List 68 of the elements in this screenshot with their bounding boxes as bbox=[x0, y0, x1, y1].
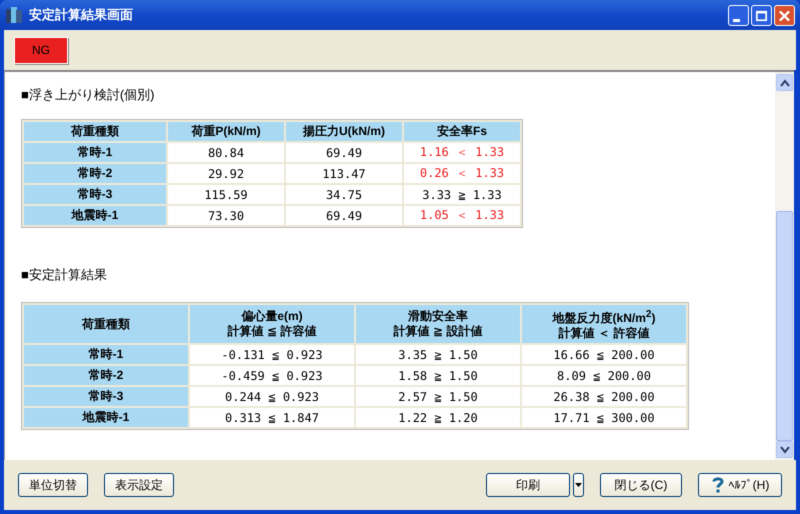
table-cell: 26.38 ≦ 200.00 bbox=[522, 387, 686, 406]
row-header: 地震時-1 bbox=[24, 206, 166, 225]
table-cell: 3.35 ≧ 1.50 bbox=[356, 345, 520, 364]
table-cell: 8.09 ≦ 200.00 bbox=[522, 366, 686, 385]
scroll-up-button[interactable] bbox=[776, 74, 793, 91]
action-button[interactable]: 表示設定 bbox=[104, 473, 174, 497]
table-cell: 0.26 ＜ 1.33 bbox=[404, 164, 520, 183]
column-subheader: 計算値 ≦ 許容値 bbox=[228, 324, 316, 339]
chevron-up-icon bbox=[780, 78, 790, 86]
maximize-icon bbox=[756, 10, 767, 22]
close-icon bbox=[779, 10, 790, 22]
window-title: 安定計算結果画面 bbox=[29, 6, 134, 24]
column-subheader: 計算値 ＜ 許容値 bbox=[558, 326, 650, 341]
building-icon bbox=[5, 6, 23, 24]
table-cell: 1.22 ≧ 1.20 bbox=[356, 408, 520, 427]
row-header: 常時-3 bbox=[24, 387, 188, 406]
row-header: 常時-1 bbox=[24, 143, 166, 162]
table-cell: 73.30 bbox=[168, 206, 284, 225]
scroll-down-button[interactable] bbox=[776, 441, 793, 458]
column-header: 滑動安全率 bbox=[408, 309, 468, 324]
table-cell: 69.49 bbox=[286, 143, 402, 162]
column-header: 荷重種類 bbox=[24, 122, 166, 141]
row-header: 常時-2 bbox=[24, 164, 166, 183]
table-cell: 115.59 bbox=[168, 185, 284, 204]
column-header: 荷重種類 bbox=[82, 316, 130, 332]
scrollbar[interactable] bbox=[775, 72, 794, 460]
section-heading: ■安定計算結果 bbox=[21, 266, 108, 284]
minimize-button[interactable] bbox=[728, 4, 749, 26]
table-cell: 29.92 bbox=[168, 164, 284, 183]
minimize-icon bbox=[733, 18, 740, 22]
table-cell: 3.33 ≧ 1.33 bbox=[404, 185, 520, 204]
caret-icon bbox=[575, 483, 582, 487]
column-subheader: 計算値 ≧ 設計値 bbox=[394, 324, 482, 339]
print-button[interactable]: 印刷 bbox=[486, 473, 570, 497]
column-header: 地盤反力度(kN/m$^{2}$) bbox=[552, 308, 656, 326]
row-header: 常時-2 bbox=[24, 366, 188, 385]
close-button[interactable] bbox=[774, 4, 795, 26]
maximize-button[interactable] bbox=[751, 4, 772, 26]
table-cell: -0.131 ≦ 0.923 bbox=[190, 345, 354, 364]
table-cell: 80.84 bbox=[168, 143, 284, 162]
help-button[interactable]: ﾍﾙﾌﾟ(H) bbox=[698, 473, 782, 497]
table-cell: 1.58 ≧ 1.50 bbox=[356, 366, 520, 385]
table-cell: 0.313 ≦ 1.847 bbox=[190, 408, 354, 427]
column-header: 荷重P(kN/m) bbox=[168, 122, 284, 141]
table-cell: 2.57 ≧ 1.50 bbox=[356, 387, 520, 406]
row-header: 常時-3 bbox=[24, 185, 166, 204]
question-mark-icon bbox=[710, 476, 725, 494]
table-cell: 1.05 ＜ 1.33 bbox=[404, 206, 520, 225]
table-cell: 69.49 bbox=[286, 206, 402, 225]
column-header: 安全率Fs bbox=[404, 122, 520, 141]
scroll-thumb[interactable] bbox=[776, 211, 793, 441]
section-heading: ■浮き上がり検討(個別) bbox=[21, 86, 156, 104]
chevron-down-icon bbox=[780, 446, 790, 454]
column-header: 偏心量e(m) bbox=[241, 309, 303, 324]
row-header: 常時-1 bbox=[24, 345, 188, 364]
status-badge: NG bbox=[14, 36, 68, 64]
column-header: 揚圧力U(kN/m) bbox=[286, 122, 402, 141]
table-cell: 0.244 ≦ 0.923 bbox=[190, 387, 354, 406]
close-dialog-button[interactable]: 閉じる(C) bbox=[600, 473, 682, 497]
table-cell: 17.71 ≦ 300.00 bbox=[522, 408, 686, 427]
table-cell: -0.459 ≦ 0.923 bbox=[190, 366, 354, 385]
table-cell: 113.47 bbox=[286, 164, 402, 183]
table-cell: 1.16 ＜ 1.33 bbox=[404, 143, 520, 162]
row-header: 地震時-1 bbox=[24, 408, 188, 427]
dropdown-button[interactable] bbox=[573, 473, 584, 497]
table-cell: 34.75 bbox=[286, 185, 402, 204]
action-button[interactable]: 単位切替 bbox=[18, 473, 88, 497]
table-cell: 16.66 ≦ 200.00 bbox=[522, 345, 686, 364]
